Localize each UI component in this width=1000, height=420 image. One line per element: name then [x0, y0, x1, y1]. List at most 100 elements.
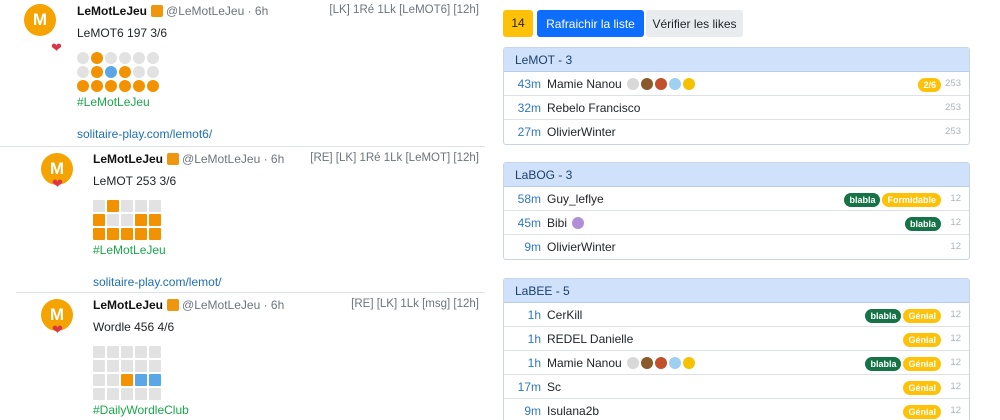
player-name[interactable]: Mamie Nanou [547, 351, 695, 375]
grid-cell [105, 80, 117, 92]
result-grid [93, 200, 175, 240]
hashtag-link[interactable]: #DailyWordleClub [93, 403, 485, 417]
post-link[interactable]: solitaire-play.com/lemot/ [93, 275, 485, 289]
grid-cell [135, 360, 147, 372]
hashtag-link[interactable]: #LeMotLeJeu [77, 95, 485, 109]
player-row[interactable]: 32m Rebelo Francisco 253 [504, 96, 969, 120]
grid-cell [121, 346, 133, 358]
player-row[interactable]: 9m OlivierWinter 12 [504, 235, 969, 259]
status-badge: blabla [844, 193, 881, 207]
post: M ❤ LeMotLeJeu @LeMotLeJeu · 6h [LK] 1Ré … [0, 0, 485, 147]
row-number: 253 [945, 102, 961, 113]
player-name-text: OlivierWinter [547, 125, 616, 139]
grid-cell [133, 66, 145, 78]
grid-cell [135, 214, 147, 226]
player-row[interactable]: 58m Guy_leflye blabla Formidable 12 [504, 187, 969, 211]
player-name-text: Isulana2b [547, 404, 600, 418]
status-badge: 2/6 [918, 78, 941, 92]
player-name-text: OlivierWinter [547, 240, 616, 254]
player-name[interactable]: CerKill [547, 303, 582, 327]
row-time: 43m [517, 77, 541, 91]
grid-cell [149, 228, 161, 240]
row-time: 27m [517, 125, 541, 139]
player-row[interactable]: 43m Mamie Nanou 2/6 253 [504, 72, 969, 96]
post-text: Wordle 456 4/6 [93, 320, 175, 334]
row-time: 9m [524, 240, 541, 254]
emoji-icon [668, 357, 681, 369]
grid-cell [121, 200, 133, 212]
grid-cell [121, 228, 133, 240]
post-author[interactable]: LeMotLeJeu [93, 298, 163, 312]
grid-cell [133, 52, 145, 64]
player-name[interactable]: Rebelo Francisco [547, 96, 640, 120]
grid-cell [133, 80, 145, 92]
row-badges: 2/6 [916, 77, 941, 92]
card-rows: 1h CerKill blabla Génial 12 1h REDEL Danielle G… [504, 303, 969, 420]
emoji-icon [682, 357, 695, 369]
emoji-icon [640, 78, 653, 90]
hashtag-link[interactable]: #LeMotLeJeu [93, 243, 485, 257]
player-name-text: Mamie Nanou [547, 77, 622, 91]
post-handle: @LeMotLeJeu · 6h [182, 152, 285, 166]
row-number: 12 [950, 193, 961, 204]
player-name-text: Rebelo Francisco [547, 101, 641, 115]
post-header: LeMotLeJeu @LeMotLeJeu · 6h [RE] [LK] 1Lk… [93, 298, 485, 314]
refresh-list-button[interactable]: Rafraichir la liste [537, 10, 644, 37]
grid-cell [119, 80, 131, 92]
grid-cell [147, 52, 159, 64]
player-name[interactable]: OlivierWinter [547, 235, 616, 259]
post-tags: [RE] [LK] 1Ré 1Lk [LeMOT] [12h] [310, 152, 479, 164]
status-badge: Génial [903, 381, 941, 395]
emoji-icon [668, 78, 681, 90]
avatar[interactable]: M [24, 4, 56, 36]
grid-cell [121, 388, 133, 400]
grid-cell [107, 214, 119, 226]
grid-cell [119, 52, 131, 64]
player-row[interactable]: 17m Sc Génial 12 [504, 375, 969, 399]
emoji-icon [640, 357, 653, 369]
grid-cell [135, 388, 147, 400]
status-badge: Génial [903, 333, 941, 347]
post-author[interactable]: LeMotLeJeu [77, 4, 147, 18]
row-badges: Génial [901, 404, 941, 419]
player-name[interactable]: Mamie Nanou [547, 72, 695, 96]
player-name[interactable]: Sc [547, 375, 561, 399]
grid-cell [121, 360, 133, 372]
grid-cell [93, 214, 105, 226]
grid-cell [105, 66, 117, 78]
row-badges: blabla [903, 216, 941, 231]
post-link[interactable]: solitaire-play.com/lemot6/ [77, 127, 485, 141]
row-time: 1h [527, 308, 541, 322]
grid-cell [121, 214, 133, 226]
player-row[interactable]: 1h Mamie Nanou blabla Génial 12 [504, 351, 969, 375]
grid-cell [149, 374, 161, 386]
player-name[interactable]: Bibi [547, 211, 585, 235]
card-title: LeMOT - 3 [504, 48, 969, 72]
status-badge: Génial [903, 309, 941, 323]
emoji-icon [654, 78, 667, 90]
row-time: 9m [524, 404, 541, 418]
grid-cell [107, 346, 119, 358]
grid-cell [147, 80, 159, 92]
player-name[interactable]: REDEL Danielle [547, 327, 633, 351]
grid-cell [93, 346, 105, 358]
player-row[interactable]: 27m OlivierWinter 253 [504, 120, 969, 144]
post-header: LeMotLeJeu @LeMotLeJeu · 6h [LK] 1Ré 1Lk … [77, 4, 485, 20]
player-name[interactable]: Guy_leflye [547, 187, 604, 211]
row-number: 253 [945, 126, 961, 137]
player-row[interactable]: 1h REDEL Danielle Génial 12 [504, 327, 969, 351]
player-row[interactable]: 45m Bibi blabla 12 [504, 211, 969, 235]
post-author[interactable]: LeMotLeJeu [93, 152, 163, 166]
player-row[interactable]: 9m Isulana2b Génial 12 [504, 399, 969, 420]
grid-cell [135, 346, 147, 358]
grid-cell [149, 360, 161, 372]
player-name[interactable]: Isulana2b [547, 399, 599, 420]
player-row[interactable]: 1h CerKill blabla Génial 12 [504, 303, 969, 327]
game-card: LaBOG - 3 58m Guy_leflye blabla Formidable 1… [503, 162, 970, 260]
grid-cell [91, 66, 103, 78]
post-text: LeMOT 253 3/6 [93, 174, 177, 188]
player-name[interactable]: OlivierWinter [547, 120, 616, 144]
verify-likes-button[interactable]: Vérifier les likes [646, 10, 743, 37]
heart-icon: ❤ [51, 40, 62, 55]
row-time: 45m [517, 216, 541, 230]
